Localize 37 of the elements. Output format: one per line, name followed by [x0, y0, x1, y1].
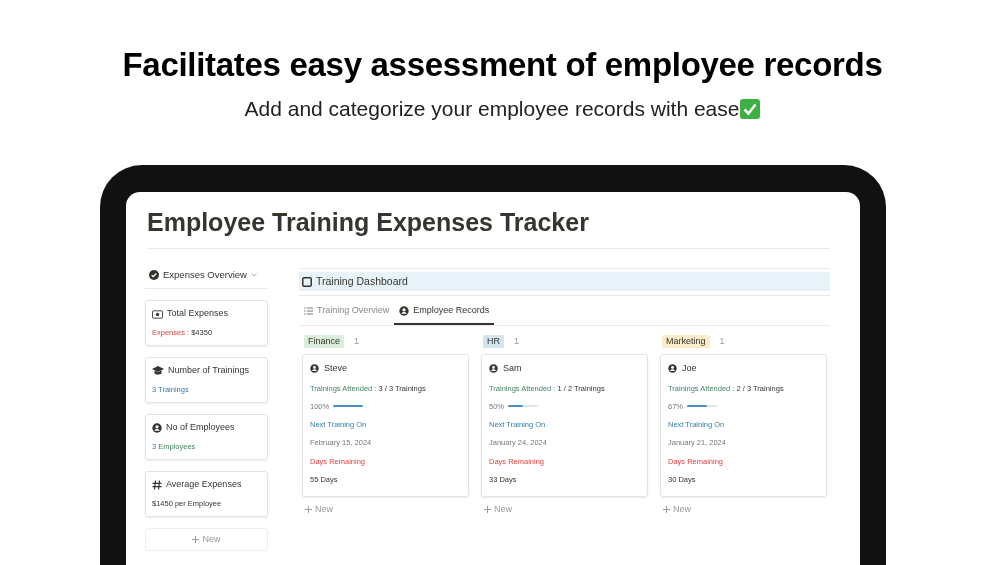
headline: Facilitates easy assessment of employee records	[122, 46, 883, 84]
person-circle-icon	[489, 364, 498, 374]
dashboard-title: Training Dashboard	[316, 273, 408, 289]
plus-icon	[484, 506, 491, 514]
card-title: No of Employees	[166, 421, 235, 435]
card-title: Total Expenses	[167, 307, 229, 321]
group-count: 1	[514, 334, 519, 348]
group-tag: HR	[483, 334, 504, 348]
plus-icon	[663, 506, 670, 514]
view-tab[interactable]: Employee Records	[394, 304, 495, 325]
page-title: Employee Training Expenses Tracker	[147, 207, 590, 238]
employee-name: Joe	[682, 362, 697, 375]
banknote-icon	[152, 309, 163, 319]
employee-name: Steve	[324, 362, 347, 375]
view-tab[interactable]: Training Overview	[299, 304, 395, 325]
subheadline: Add and categorize your employee records with ease	[244, 96, 740, 122]
check-circle-icon	[149, 270, 159, 281]
person-circle-icon	[152, 423, 162, 433]
person-circle-icon	[310, 364, 319, 374]
group-count: 1	[719, 334, 725, 348]
plus-icon	[192, 536, 200, 544]
card-title: Number of Trainings	[168, 364, 250, 378]
section-toggle[interactable]: Expenses Overview	[145, 268, 268, 290]
hash-icon	[152, 480, 162, 490]
graduation-cap-icon	[152, 366, 164, 376]
list-icon	[304, 306, 313, 315]
check-mark-icon	[740, 99, 761, 119]
plus-icon	[305, 506, 312, 514]
person-circle-icon	[668, 364, 677, 374]
person-circle-icon	[399, 305, 410, 316]
square-icon	[302, 276, 312, 287]
chevron-down-icon	[250, 273, 257, 278]
card-title: Average Expenses	[166, 478, 242, 492]
group-tag: Marketing	[662, 334, 710, 348]
employee-name: Sam	[503, 362, 522, 375]
group-count: 1	[354, 334, 360, 348]
group-tag: Finance	[304, 334, 345, 348]
